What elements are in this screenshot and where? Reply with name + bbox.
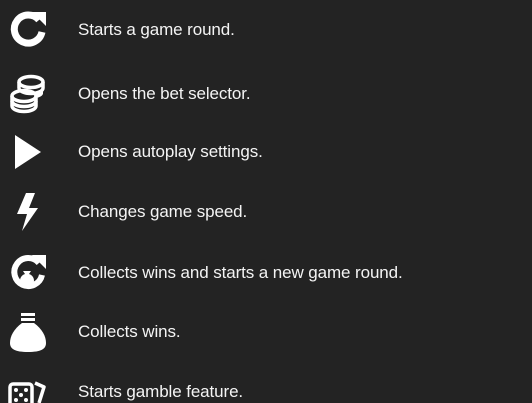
refresh-icon bbox=[6, 8, 50, 52]
collect-restart-icon bbox=[6, 251, 50, 295]
coins-icon bbox=[6, 72, 50, 116]
legend-label: Opens autoplay settings. bbox=[78, 142, 263, 161]
dice-icon bbox=[6, 370, 50, 403]
legend-label: Changes game speed. bbox=[78, 202, 248, 221]
legend-item-speed: Changes game speed. bbox=[0, 182, 532, 231]
legend-item-bet: Opens the bet selector. bbox=[0, 64, 532, 114]
legend-label: Collects wins. bbox=[78, 322, 181, 341]
button-legend: Starts a game round. Opens the bet selec… bbox=[0, 0, 532, 403]
legend-item-collect-restart: Collects wins and starts a new game roun… bbox=[0, 243, 532, 291]
lightning-icon bbox=[6, 190, 50, 234]
legend-item-gamble: Starts gamble feature. bbox=[0, 362, 532, 403]
play-icon bbox=[6, 130, 50, 174]
legend-label: Opens the bet selector. bbox=[78, 84, 251, 103]
legend-label: Collects wins and starts a new game roun… bbox=[78, 263, 403, 282]
legend-item-spin: Starts a game round. bbox=[0, 0, 532, 48]
legend-label: Starts a game round. bbox=[78, 20, 235, 39]
legend-label: Starts gamble feature. bbox=[78, 382, 244, 401]
legend-item-collect: Collects wins. bbox=[0, 302, 532, 352]
legend-item-autoplay: Opens autoplay settings. bbox=[0, 122, 532, 170]
money-bag-icon bbox=[6, 310, 50, 354]
